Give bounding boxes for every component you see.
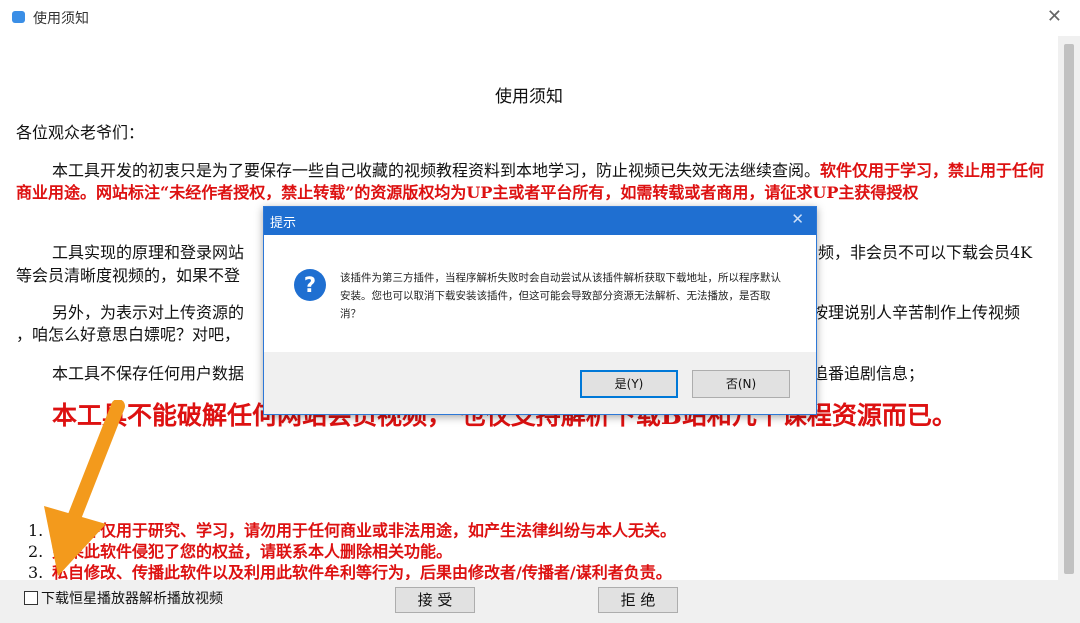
window-title: 使用须知 xyxy=(33,11,89,27)
dialog-yes-button[interactable]: 是(Y) xyxy=(580,370,678,398)
accept-button[interactable]: 接 受 xyxy=(395,587,475,613)
principle-text: 工具实现的原理和登录网站 xyxy=(52,243,245,262)
dialog-close-button[interactable]: ✕ xyxy=(791,210,804,228)
privacy-text: 本工具不保存任何用户数据 xyxy=(52,364,245,383)
dialog-title: 提示 xyxy=(270,216,297,231)
annotation-arrow xyxy=(44,400,125,576)
player-checkbox-label[interactable]: 下载恒星播放器解析播放视频 xyxy=(41,588,223,608)
list-text: 本软件仅用于研究、学习，请勿用于任何商业或非法用途，如产生法律纠纷与本人无关。 xyxy=(52,521,677,540)
player-checkbox[interactable] xyxy=(24,591,38,605)
document-heading: 使用须知 xyxy=(495,87,563,107)
privacy-tail: 追番追剧信息； xyxy=(812,364,925,383)
list-text: 私自修改、传播此软件以及利用此软件牟利等行为，后果由修改者/传播者/谋利者负责。 xyxy=(52,563,672,580)
vertical-scrollbar[interactable] xyxy=(1058,36,1080,580)
dialog-titlebar: 提示 ✕ xyxy=(264,207,816,235)
respect-tail: 按理说别人辛苦制作上传视频 xyxy=(812,303,1021,322)
purpose-text: 本工具开发的初衷只是为了要保存一些自己收藏的视频教程资料到本地学习，防止视频已失… xyxy=(52,161,821,180)
window-titlebar: 使用须知 ✕ xyxy=(0,0,1080,36)
dialog-no-button[interactable]: 否(N) xyxy=(692,370,790,398)
footer-bar: 下载恒星播放器解析播放视频 接 受 拒 绝 xyxy=(0,580,1080,623)
reject-button[interactable]: 拒 绝 xyxy=(598,587,678,613)
dialog-message: 该插件为第三方插件，当程序解析失败时会自动尝试从该插件解析获取下载地址，所以程序… xyxy=(340,272,781,320)
app-icon xyxy=(12,11,25,23)
paragraph-purpose: 本工具开发的初衷只是为了要保存一些自己收藏的视频教程资料到本地学习，防止视频已失… xyxy=(16,160,1051,204)
question-icon: ? xyxy=(294,269,326,301)
scrollbar-thumb[interactable] xyxy=(1064,44,1074,574)
window-close-button[interactable]: ✕ xyxy=(1047,6,1062,27)
principle-tail: 频，非会员不可以下载会员4K xyxy=(818,243,1033,262)
greeting-text: 各位观众老爷们： xyxy=(16,123,145,142)
respect-text: 另外，为表示对上传资源的 xyxy=(52,303,245,322)
dialog-footer: 是(Y) 否(N) xyxy=(264,352,816,414)
confirm-dialog: 提示 ✕ ? 该插件为第三方插件，当程序解析失败时会自动尝试从该插件解析获取下载… xyxy=(263,206,817,415)
